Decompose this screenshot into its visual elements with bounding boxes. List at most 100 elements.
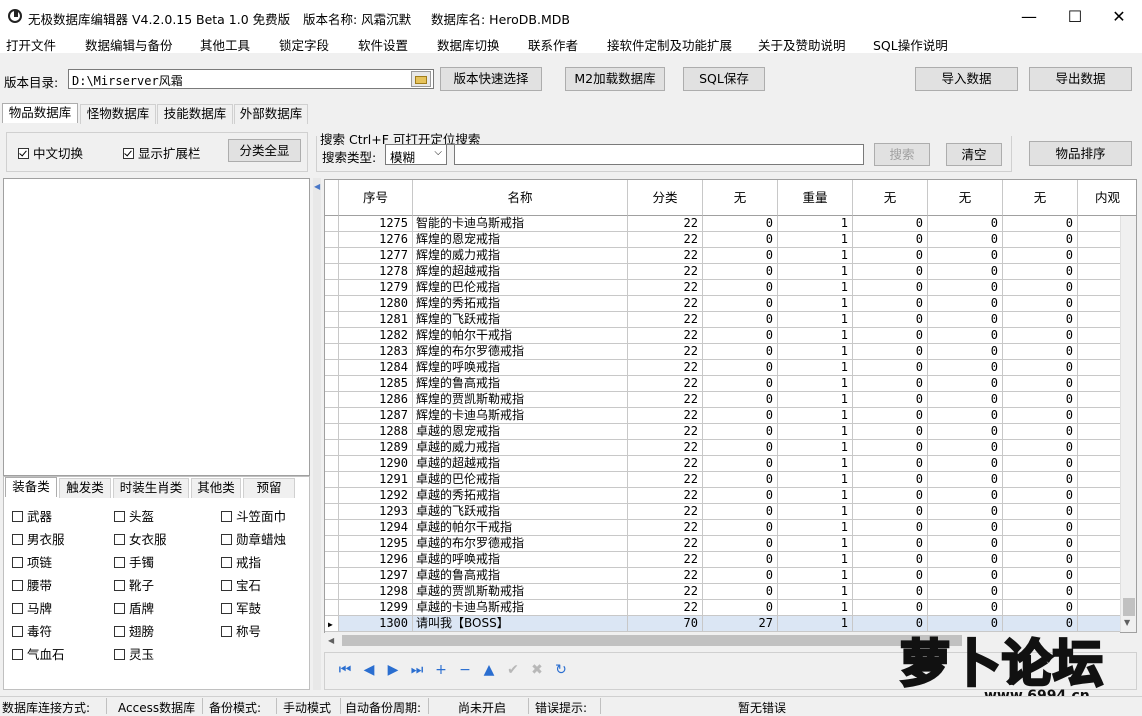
table-cell[interactable]: 0 [928,536,1003,552]
table-cell[interactable]: 0 [1003,344,1078,360]
column-header[interactable]: 内观 [1078,180,1136,216]
category-checkbox[interactable]: 宝石 [221,575,261,594]
table-cell[interactable]: 卓越的秀拓戒指 [413,488,628,504]
table-cell[interactable]: 0 [1003,360,1078,376]
table-cell[interactable]: 22 [628,264,703,280]
table-cell[interactable]: 1276 [339,232,413,248]
menu-open-file[interactable]: 打开文件 [6,35,56,54]
table-cell[interactable]: 22 [628,424,703,440]
table-cell[interactable]: 0 [853,456,928,472]
table-cell[interactable]: 1 [778,616,853,632]
table-cell[interactable]: 1 [778,248,853,264]
menu-lock-fields[interactable]: 锁定字段 [279,35,329,54]
show-all-categories-button[interactable]: 分类全显 [228,139,301,162]
table-cell[interactable]: 0 [928,568,1003,584]
table-cell[interactable]: 0 [703,552,778,568]
table-cell[interactable]: 70 [628,616,703,632]
table-cell[interactable]: 0 [1003,568,1078,584]
nav-edit-icon[interactable]: ▲ [481,662,497,678]
table-cell[interactable]: 0 [1003,424,1078,440]
table-cell[interactable]: 0 [853,504,928,520]
menu-sql-help[interactable]: SQL操作说明 [873,35,948,54]
column-header[interactable]: 无 [1003,180,1078,216]
table-row[interactable]: 1296卓越的呼唤戒指22010001 [325,552,1136,568]
table-cell[interactable]: 1287 [339,408,413,424]
menu-about[interactable]: 关于及赞助说明 [758,35,846,54]
cat-tab-fashion-zodiac[interactable]: 时装生肖类 [113,478,189,498]
menu-contact-author[interactable]: 联系作者 [528,35,578,54]
table-cell[interactable]: 0 [703,328,778,344]
cat-tab-other[interactable]: 其他类 [191,478,241,498]
table-cell[interactable]: 1 [778,280,853,296]
table-cell[interactable]: 0 [928,376,1003,392]
cat-tab-trigger[interactable]: 触发类 [59,478,111,498]
table-cell[interactable]: 0 [703,216,778,232]
table-cell[interactable]: 辉煌的超越戒指 [413,264,628,280]
table-cell[interactable]: 22 [628,216,703,232]
table-cell[interactable]: 0 [853,216,928,232]
table-cell[interactable]: 辉煌的威力戒指 [413,248,628,264]
table-cell[interactable]: 0 [853,376,928,392]
table-cell[interactable]: 1 [778,216,853,232]
table-cell[interactable]: 0 [928,328,1003,344]
table-cell[interactable]: 0 [1003,248,1078,264]
clear-button[interactable]: 清空 [946,143,1002,166]
table-cell[interactable]: 0 [853,312,928,328]
table-cell[interactable]: 0 [1003,328,1078,344]
table-cell[interactable]: 0 [1003,264,1078,280]
table-cell[interactable]: 0 [853,344,928,360]
table-row[interactable]: 1297卓越的鲁高戒指22010001 [325,568,1136,584]
table-cell[interactable]: 27 [703,616,778,632]
table-cell[interactable]: 0 [703,360,778,376]
nav-first-icon[interactable]: ⏮ [337,662,353,678]
table-cell[interactable]: 0 [928,472,1003,488]
table-cell[interactable]: 22 [628,296,703,312]
m2-load-db-button[interactable]: M2加载数据库 [565,67,665,91]
table-cell[interactable]: 22 [628,600,703,616]
table-cell[interactable]: 1 [778,328,853,344]
table-cell[interactable]: 0 [853,600,928,616]
show-ext-checkbox[interactable]: 显示扩展栏 [123,143,201,162]
table-cell[interactable]: 1278 [339,264,413,280]
cat-tab-equipment[interactable]: 装备类 [5,477,57,497]
table-cell[interactable]: 1297 [339,568,413,584]
table-row[interactable]: 1284辉煌的呼唤戒指22010001 [325,360,1136,376]
table-cell[interactable]: 0 [1003,392,1078,408]
table-cell[interactable]: 卓越的威力戒指 [413,440,628,456]
table-cell[interactable]: 卓越的巴伦戒指 [413,472,628,488]
category-checkbox[interactable]: 军鼓 [221,598,261,617]
table-cell[interactable]: 1300 [339,616,413,632]
table-cell[interactable]: 0 [853,328,928,344]
category-checkbox[interactable]: 马牌 [12,598,52,617]
table-cell[interactable]: 0 [853,568,928,584]
table-cell[interactable]: 1 [778,360,853,376]
table-cell[interactable]: 0 [928,456,1003,472]
table-cell[interactable]: 1 [778,520,853,536]
table-cell[interactable]: 0 [853,264,928,280]
table-cell[interactable]: 22 [628,392,703,408]
menu-data-edit-backup[interactable]: 数据编辑与备份 [85,35,173,54]
category-checkbox[interactable]: 腰带 [12,575,52,594]
table-cell[interactable]: 0 [928,600,1003,616]
table-row[interactable]: 1292卓越的秀拓戒指22010001 [325,488,1136,504]
table-cell[interactable]: 辉煌的秀拓戒指 [413,296,628,312]
table-cell[interactable]: 1 [778,440,853,456]
table-cell[interactable]: 1280 [339,296,413,312]
table-cell[interactable]: 0 [703,312,778,328]
category-checkbox[interactable]: 翅膀 [114,621,154,640]
table-cell[interactable]: 1 [778,504,853,520]
menu-custom-ext[interactable]: 接软件定制及功能扩展 [607,35,732,54]
search-input[interactable] [454,144,864,165]
table-cell[interactable]: 0 [928,360,1003,376]
table-cell[interactable]: 1 [778,488,853,504]
menu-other-tools[interactable]: 其他工具 [200,35,250,54]
table-cell[interactable]: 22 [628,520,703,536]
table-cell[interactable]: 0 [853,488,928,504]
table-row[interactable]: 1280辉煌的秀拓戒指22010001 [325,296,1136,312]
table-cell[interactable]: 22 [628,456,703,472]
vertical-scrollbar[interactable]: ▼ [1120,216,1136,632]
table-cell[interactable]: 0 [928,216,1003,232]
nav-refresh-icon[interactable]: ↻ [553,662,569,678]
version-dir-input[interactable]: D:\Mirserver风霜 [68,69,434,89]
table-row[interactable]: 1281辉煌的飞跃戒指22010001 [325,312,1136,328]
